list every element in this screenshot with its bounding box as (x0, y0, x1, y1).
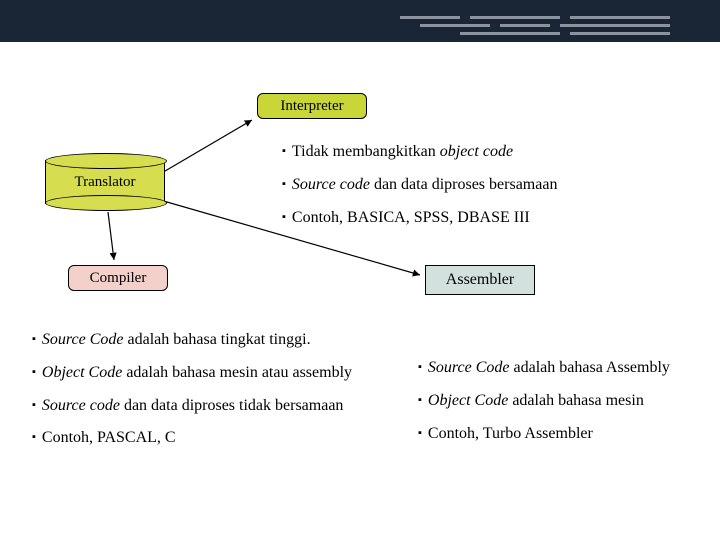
list-item: Contoh, PASCAL, C (32, 428, 402, 449)
list-item: Contoh, Turbo Assembler (418, 424, 698, 445)
list-item: Source code dan data diproses bersamaan (282, 175, 702, 196)
list-item: Object Code adalah bahasa mesin atau ass… (32, 363, 402, 384)
header-bar (0, 0, 720, 42)
compiler-label: Compiler (90, 270, 147, 287)
list-item: Source code dan data diproses tidak bers… (32, 396, 402, 417)
header-decoration (400, 16, 680, 42)
list-item: Source Code adalah bahasa tingkat tinggi… (32, 330, 402, 351)
node-assembler: Assembler (425, 265, 535, 295)
assembler-bullets: Source Code adalah bahasa Assembly Object… (418, 358, 698, 456)
compiler-bullets: Source Code adalah bahasa tingkat tinggi… (32, 330, 402, 461)
interpreter-bullets: Tidak membangkitkan object code Source co… (282, 142, 702, 240)
list-item: Object Code adalah bahasa mesin (418, 391, 698, 412)
node-interpreter: Interpreter (257, 93, 367, 119)
node-translator: Translator (45, 160, 165, 204)
assembler-label: Assembler (446, 271, 514, 289)
list-item: Contoh, BASICA, SPSS, DBASE III (282, 208, 702, 229)
list-item: Source Code adalah bahasa Assembly (418, 358, 698, 379)
list-item: Tidak membangkitkan object code (282, 142, 702, 163)
translator-label: Translator (74, 174, 135, 191)
interpreter-label: Interpreter (280, 98, 343, 115)
node-compiler: Compiler (68, 265, 168, 291)
